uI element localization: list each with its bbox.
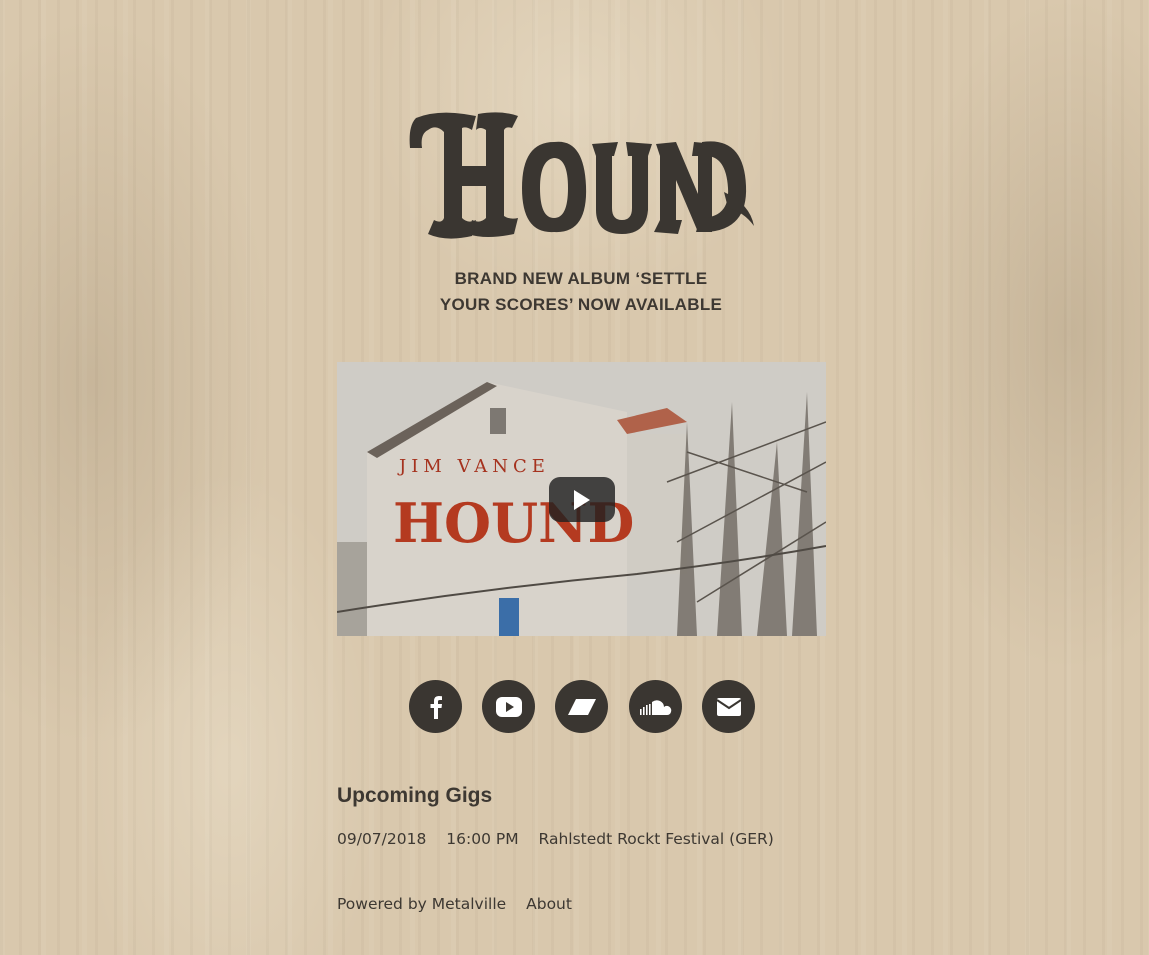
youtube-icon (495, 696, 522, 717)
gig-date: 09/07/2018 (337, 830, 427, 848)
play-button[interactable] (549, 477, 615, 522)
email-link[interactable] (702, 680, 755, 733)
bandcamp-icon (567, 698, 596, 715)
youtube-link[interactable] (482, 680, 535, 733)
headline-line-1: BRAND NEW ALBUM ‘SETTLE (454, 269, 708, 288)
powered-by-link[interactable]: Powered by Metalville (337, 895, 506, 913)
envelope-icon (716, 697, 741, 716)
headline-line-2: YOUR SCORES’ NOW AVAILABLE (439, 295, 723, 314)
facebook-icon (430, 695, 442, 719)
social-links (408, 680, 758, 734)
gig-event: Rahlstedt Rockt Festival (GER) (538, 830, 774, 848)
hound-logo[interactable] (406, 108, 758, 242)
bandcamp-link[interactable] (555, 680, 608, 733)
gig-time: 16:00 PM (446, 830, 519, 848)
footer: Powered by Metalville About (337, 895, 587, 913)
soundcloud-link[interactable] (629, 680, 682, 733)
facebook-link[interactable] (409, 680, 462, 733)
play-icon (574, 490, 590, 510)
soundcloud-icon (639, 699, 671, 715)
page: BRAND NEW ALBUM ‘SETTLE YOUR SCORES’ NOW… (0, 0, 1149, 955)
about-link[interactable]: About (526, 895, 572, 913)
upcoming-gigs-heading: Upcoming Gigs (337, 784, 493, 807)
thumbnail-text-top: JIM VANCE (397, 456, 550, 477)
gig-row: 09/07/2018 16:00 PM Rahlstedt Rockt Fest… (337, 830, 789, 848)
album-announcement: BRAND NEW ALBUM ‘SETTLE YOUR SCORES’ NOW… (380, 266, 782, 318)
